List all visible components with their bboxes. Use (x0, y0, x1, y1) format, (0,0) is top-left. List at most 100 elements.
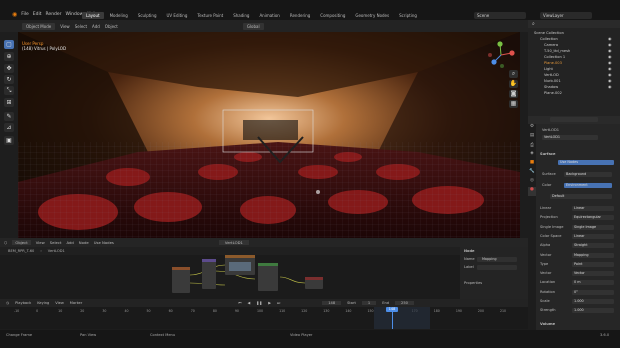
prop-row-field[interactable]: Linear (572, 206, 614, 211)
tab-uv-editing[interactable]: UV Editing (163, 12, 192, 19)
prop-row-field[interactable]: 1.000 (572, 308, 614, 314)
menu-file[interactable]: File (21, 12, 29, 17)
material-slot-field[interactable]: VertLOD1 (542, 135, 598, 140)
material-props-icon[interactable]: ● (528, 187, 536, 196)
node-canvas[interactable] (0, 255, 460, 299)
camera-icon[interactable]: ◙ (509, 90, 518, 98)
physics-props-icon[interactable]: ◎ (528, 178, 536, 187)
output-props-icon[interactable]: ⎙ (528, 142, 536, 151)
zoom-icon[interactable]: ⌕ (509, 70, 518, 78)
measure-icon[interactable]: ⊿ (4, 123, 14, 132)
viewport-menu-object[interactable]: Object (105, 24, 118, 29)
material-selector[interactable]: VertLOD1 (218, 240, 249, 245)
render-props-icon[interactable]: ▤ (528, 133, 536, 142)
node-menu-select[interactable]: Select (50, 240, 62, 245)
prop-row-field[interactable]: Mapping (572, 252, 614, 258)
rotate-icon[interactable]: ↻ (4, 75, 14, 84)
end-frame-field[interactable]: 250 (395, 301, 414, 305)
scale-icon[interactable]: ⤡ (4, 86, 14, 95)
viewport-menu-view[interactable]: View (60, 24, 70, 29)
node-name-field[interactable]: Mapping (477, 257, 517, 262)
object-props-icon[interactable]: ■ (528, 160, 536, 169)
view-menu[interactable]: View (55, 301, 64, 305)
properties-search[interactable] (550, 117, 598, 122)
prop-row-field[interactable]: Straight (572, 243, 614, 249)
prop-row-field[interactable]: Single Image (572, 224, 614, 230)
current-frame-field[interactable]: 148 (322, 301, 342, 305)
image-texture-field[interactable]: Default (550, 194, 612, 199)
playhead-frame-label[interactable]: 148 (386, 307, 398, 312)
menu-render[interactable]: Render (46, 12, 62, 17)
outliner-item[interactable]: Plane.002 (544, 91, 562, 95)
outliner-item[interactable]: Collection 1 (544, 55, 565, 59)
timeline-area[interactable]: -10 0 10 20 30 40 50 60 70 80 90 100 110 120 130 140 150… (0, 307, 528, 329)
breadcrumb-object[interactable]: BEM_RPR_T-60 (8, 249, 34, 253)
jump-end-icon[interactable]: ⏭ (277, 301, 280, 305)
tab-layout[interactable]: Layout (82, 12, 104, 19)
node-menu-node[interactable]: Node (79, 240, 89, 245)
node-editor-type-icon[interactable]: ⬡ (4, 240, 7, 245)
outliner-item[interactable]: Shadow (544, 85, 558, 89)
outliner-item[interactable]: Collection (540, 37, 558, 41)
timeline-type-icon[interactable]: ◷ (6, 301, 9, 305)
tab-modeling[interactable]: Modeling (106, 12, 132, 19)
view-layer-selector[interactable]: ViewLayer (540, 12, 592, 19)
3d-viewport[interactable] (18, 32, 520, 238)
tab-animation[interactable]: Animation (255, 12, 283, 19)
surface-panel-header[interactable]: Surface (540, 152, 555, 156)
play-reverse-icon[interactable]: ◀ (247, 301, 250, 305)
tab-sculpting[interactable]: Sculpting (134, 12, 161, 19)
use-nodes-button[interactable]: Use Nodes (558, 160, 614, 165)
menu-window[interactable]: Window (66, 12, 84, 17)
node-label-field[interactable] (477, 265, 517, 270)
move-icon[interactable]: ✥ (4, 64, 14, 73)
node-menu-add[interactable]: Add (66, 240, 73, 245)
mode-dropdown[interactable]: Object Mode (22, 22, 56, 30)
outliner-scene-collection[interactable]: Scene Collection (534, 31, 564, 35)
use-nodes-checkbox[interactable]: Use Nodes (94, 240, 114, 245)
volume-panel-header[interactable]: Volume (540, 322, 555, 326)
prop-row-field[interactable]: Point (572, 261, 614, 267)
tool-props-icon[interactable]: ⚙ (528, 124, 536, 133)
outliner-filter-icon[interactable]: ⌕ (532, 21, 535, 27)
menu-edit[interactable]: Edit (33, 12, 42, 17)
node-mode-dropdown[interactable]: Object (12, 240, 31, 245)
keying-menu[interactable]: Keying (37, 301, 49, 305)
node-menu-view[interactable]: View (36, 240, 45, 245)
surface-shader-field[interactable]: Background (564, 172, 612, 177)
tab-texture-paint[interactable]: Texture Paint (193, 12, 227, 19)
marker-menu[interactable]: Marker (70, 301, 82, 305)
pause-icon[interactable]: ❚❚ (256, 301, 262, 305)
viewport-menu-select[interactable]: Select (75, 24, 87, 29)
scene-props-icon[interactable]: ◈ (528, 151, 536, 160)
outliner-item[interactable]: Camera (544, 43, 558, 47)
prop-row-field[interactable]: 0° (572, 289, 614, 295)
tab-scripting[interactable]: Scripting (395, 12, 421, 19)
color-input-field[interactable]: Environment (564, 183, 612, 188)
tab-rendering[interactable]: Rendering (286, 12, 314, 19)
outliner-item[interactable]: VertLOD (544, 73, 559, 77)
prop-row-field[interactable]: Linear (572, 233, 614, 239)
tab-shading[interactable]: Shading (229, 12, 253, 19)
tab-compositing[interactable]: Compositing (316, 12, 349, 19)
playback-menu[interactable]: Playback (15, 301, 31, 305)
grid-icon[interactable]: ▦ (509, 100, 518, 108)
prop-row-field[interactable]: Vector (572, 271, 614, 277)
transform-orientation[interactable]: Global (242, 22, 264, 30)
prop-row-field[interactable]: Equirectangular (572, 215, 614, 221)
outliner-item[interactable]: Light (544, 67, 553, 71)
blender-logo-icon[interactable]: ◉ (12, 11, 17, 18)
annotate-icon[interactable]: ✎ (4, 112, 14, 121)
breadcrumb-material[interactable]: VertLOD1 (48, 249, 65, 253)
viewport-menu-add[interactable]: Add (92, 24, 100, 29)
cursor-icon[interactable]: ⊕ (4, 52, 14, 61)
outliner-item[interactable]: Plane.003 (544, 61, 562, 65)
add-cube-icon[interactable]: ▣ (4, 136, 14, 145)
tab-geometry-nodes[interactable]: Geometry Nodes (351, 12, 393, 19)
prop-row-field[interactable]: 0 m (572, 280, 614, 286)
modifier-props-icon[interactable]: 🔧 (528, 169, 536, 178)
visibility-eye-icon[interactable]: ◉ ◉ ◉ ◉ ◉ ◉ ◉ ◉ ◉ (608, 36, 612, 90)
scene-selector[interactable]: Scene (474, 12, 526, 19)
outliner-item[interactable]: Nurb.001 (544, 79, 561, 83)
transform-icon[interactable]: ⊞ (4, 98, 14, 107)
